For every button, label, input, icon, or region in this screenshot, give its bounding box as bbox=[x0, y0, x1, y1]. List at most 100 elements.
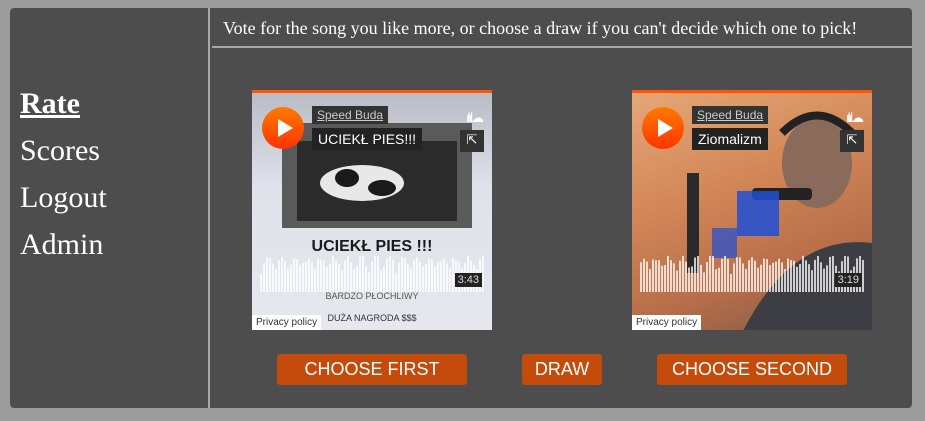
first-duration: 3:43 bbox=[454, 273, 482, 287]
waveform-bar bbox=[341, 270, 343, 292]
soundcloud-logo-icon[interactable]: ılıl☁ bbox=[846, 110, 864, 126]
share-icon[interactable]: ⇱ bbox=[840, 130, 864, 152]
waveform-bar bbox=[670, 260, 672, 292]
waveform-bar bbox=[820, 262, 822, 292]
first-artist-link[interactable]: Speed Buda bbox=[312, 106, 389, 124]
waveform-bar bbox=[377, 256, 379, 292]
waveform-bar bbox=[266, 257, 268, 292]
nav-menu: Rate Scores Logout Admin bbox=[20, 80, 107, 268]
second-duration: 3:19 bbox=[834, 273, 862, 287]
waveform-bar bbox=[326, 266, 328, 292]
nav-item-scores[interactable]: Scores bbox=[20, 127, 107, 174]
waveform-bar bbox=[769, 265, 771, 292]
waveform-bar bbox=[437, 261, 439, 292]
waveform-bar bbox=[281, 257, 283, 292]
waveform-bar bbox=[416, 257, 418, 292]
second-privacy-link[interactable]: Privacy policy bbox=[632, 315, 702, 330]
nav-item-admin[interactable]: Admin bbox=[20, 221, 107, 268]
waveform-bar bbox=[311, 262, 313, 292]
waveform-bar bbox=[817, 256, 819, 292]
waveform-bar bbox=[407, 264, 409, 292]
waveform-bar bbox=[368, 271, 370, 292]
waveform-bar bbox=[272, 263, 274, 292]
waveform-bar bbox=[652, 259, 654, 292]
waveform-bar bbox=[688, 267, 690, 292]
waveform-bar bbox=[446, 263, 448, 292]
waveform-bar bbox=[658, 260, 660, 292]
waveform-bar bbox=[649, 268, 651, 292]
waveform-bar bbox=[724, 256, 726, 292]
second-artist-link[interactable]: Speed Buda bbox=[692, 106, 769, 124]
waveform-bar bbox=[431, 259, 433, 292]
waveform-bar bbox=[443, 259, 445, 292]
waveform-bar bbox=[655, 260, 657, 292]
waveform-bar bbox=[482, 256, 484, 292]
choose-first-button[interactable]: CHOOSE FIRST bbox=[277, 354, 467, 385]
waveform-bar bbox=[308, 258, 310, 292]
waveform-bar bbox=[317, 258, 319, 292]
play-icon[interactable] bbox=[642, 107, 684, 149]
second-song-player[interactable]: Speed Buda Ziomalizm ılıl☁ ⇱ 3:19 Privac… bbox=[632, 90, 872, 330]
waveform-bar bbox=[721, 258, 723, 292]
waveform-bar bbox=[706, 262, 708, 292]
waveform-bar bbox=[404, 258, 406, 292]
waveform-bar bbox=[829, 256, 831, 292]
waveform-bar bbox=[715, 269, 717, 292]
waveform-bar bbox=[347, 256, 349, 292]
waveform-bar bbox=[808, 264, 810, 292]
soundcloud-logo-icon[interactable]: ılıl☁ bbox=[466, 110, 484, 126]
waveform-bar bbox=[296, 259, 298, 292]
waveform-bar bbox=[757, 267, 759, 292]
waveform-bar bbox=[392, 259, 394, 292]
sidebar: Rate Scores Logout Admin bbox=[10, 8, 210, 408]
waveform-bar bbox=[814, 259, 816, 292]
waveform-bar bbox=[320, 260, 322, 292]
waveform-bar bbox=[730, 273, 732, 292]
waveform-bar bbox=[790, 260, 792, 292]
waveform-bar bbox=[323, 260, 325, 292]
waveform-bar bbox=[667, 256, 669, 292]
waveform-bar bbox=[299, 265, 301, 292]
waveform-bar bbox=[344, 259, 346, 292]
first-song-player[interactable]: UCIEKŁ PIES !!! BARDZO PŁOCHLIWY DUŻA NA… bbox=[252, 90, 492, 330]
first-track-title[interactable]: UCIEKŁ PIES!!! bbox=[312, 128, 423, 150]
waveform-bar bbox=[332, 256, 334, 292]
nav-item-logout[interactable]: Logout bbox=[20, 174, 107, 221]
waveform-bar bbox=[359, 256, 361, 292]
waveform-bar bbox=[862, 260, 864, 292]
waveform-bar bbox=[682, 256, 684, 292]
first-privacy-link[interactable]: Privacy policy bbox=[252, 315, 322, 330]
waveform-bar bbox=[422, 266, 424, 292]
waveform-bar bbox=[760, 264, 762, 292]
waveform-bar bbox=[673, 263, 675, 292]
waveform-bar bbox=[263, 263, 265, 292]
waveform-bar bbox=[748, 260, 750, 292]
waveform-bar bbox=[413, 259, 415, 292]
second-track-title[interactable]: Ziomalizm bbox=[692, 128, 768, 150]
waveform-bar bbox=[700, 264, 702, 292]
waveform-bar bbox=[751, 257, 753, 292]
play-icon[interactable] bbox=[262, 107, 304, 149]
nav-item-rate[interactable]: Rate bbox=[20, 80, 107, 127]
waveform-bar bbox=[329, 264, 331, 292]
waveform-bar bbox=[350, 262, 352, 292]
waveform-bar bbox=[778, 258, 780, 292]
waveform-bar bbox=[787, 258, 789, 292]
draw-button[interactable]: DRAW bbox=[522, 354, 602, 385]
waveform-bar bbox=[260, 274, 262, 292]
waveform-bar bbox=[766, 259, 768, 292]
choose-second-button[interactable]: CHOOSE SECOND bbox=[657, 354, 847, 385]
waveform-bar bbox=[398, 262, 400, 292]
waveform[interactable] bbox=[640, 256, 864, 296]
waveform-bar bbox=[314, 269, 316, 292]
waveform-bar bbox=[383, 266, 385, 292]
waveform-bar bbox=[775, 261, 777, 292]
waveform[interactable] bbox=[260, 256, 484, 296]
waveform-bar bbox=[694, 257, 696, 292]
waveform-bar bbox=[365, 265, 367, 292]
waveform-bar bbox=[685, 261, 687, 292]
share-icon[interactable]: ⇱ bbox=[460, 130, 484, 152]
waveform-bar bbox=[754, 260, 756, 292]
waveform-bar bbox=[305, 261, 307, 292]
waveform-bar bbox=[796, 266, 798, 292]
